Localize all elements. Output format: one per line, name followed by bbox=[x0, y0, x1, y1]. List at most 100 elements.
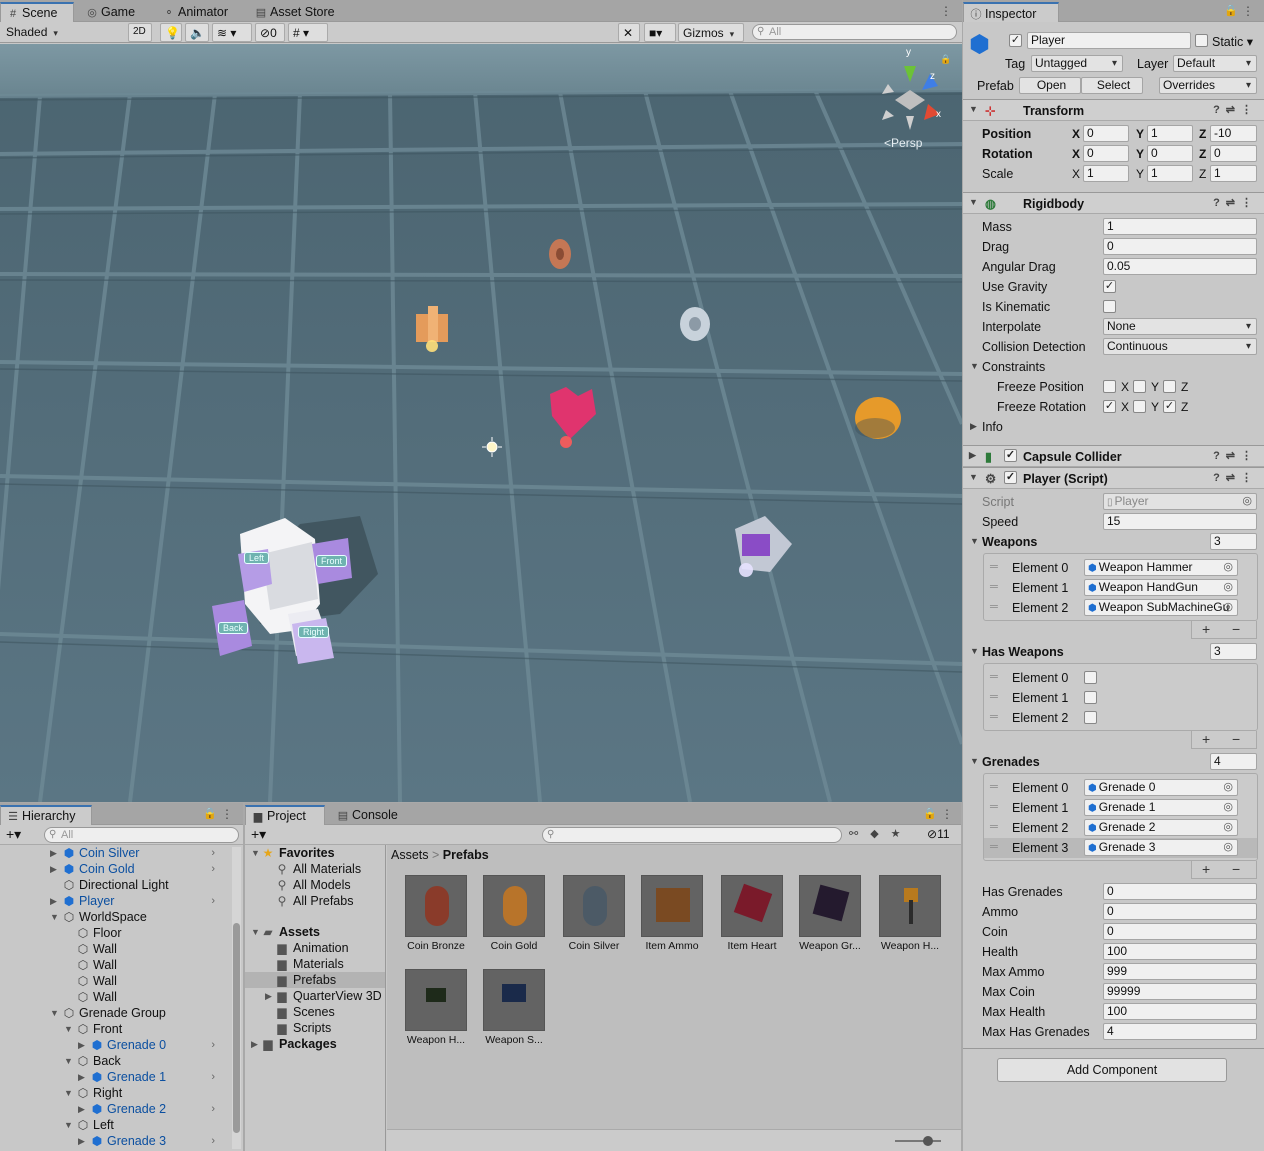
expand-icon[interactable]: ▶ bbox=[251, 1036, 261, 1052]
tree-item-assets[interactable]: ▼ ▰ Assets bbox=[245, 924, 385, 940]
list-item[interactable]: ▶ ⬢ Coin Silver › bbox=[0, 845, 231, 861]
list-item[interactable]: ▶ ⬢ Grenade 3 › bbox=[0, 1133, 231, 1149]
list-item[interactable]: ⬡ Wall bbox=[0, 973, 231, 989]
list-item[interactable]: ▼ ⬡ Left bbox=[0, 1117, 231, 1133]
has-weapons-row[interactable]: ▼ Has Weapons 3 bbox=[963, 643, 1264, 661]
breadcrumb-prefabs[interactable]: Prefabs bbox=[443, 848, 489, 862]
collapse-icon[interactable]: ▼ bbox=[64, 1053, 74, 1069]
list-item[interactable]: ⬡ Directional Light bbox=[0, 877, 231, 893]
add-element-button[interactable]: + bbox=[1202, 621, 1210, 637]
list-item[interactable]: ═ Element 0 ⬢ Weapon Hammer ◎ bbox=[984, 558, 1257, 578]
max-coin-field[interactable]: 99999 bbox=[1103, 983, 1257, 1000]
collapse-icon[interactable]: ▼ bbox=[969, 472, 978, 482]
breadcrumb-assets[interactable]: Assets bbox=[391, 848, 429, 862]
weapons-row[interactable]: ▼ Weapons 3 bbox=[963, 533, 1264, 551]
tree-item-all-materials[interactable]: ⚲ All Materials bbox=[245, 861, 385, 877]
static-dropdown[interactable]: Static ▾ bbox=[1212, 34, 1253, 49]
expand-icon[interactable]: ▶ bbox=[78, 1133, 88, 1149]
grenade-2-field[interactable]: ⬢ Grenade 2 ◎ bbox=[1084, 819, 1238, 836]
tree-item-all-prefabs[interactable]: ⚲ All Prefabs bbox=[245, 893, 385, 909]
filter-icons[interactable]: ⚯◆★ bbox=[849, 827, 913, 840]
weapons-size-field[interactable]: 3 bbox=[1210, 533, 1257, 550]
capsule-collider-header[interactable]: ▶ ▮ ✓ Capsule Collider ?⇌⋮ bbox=[963, 445, 1264, 467]
collapse-icon[interactable]: ▼ bbox=[64, 1117, 74, 1133]
tree-item-materials[interactable]: ▆ Materials bbox=[245, 956, 385, 972]
rigidbody-header[interactable]: ▼ ◍ Rigidbody ?⇌⋮ bbox=[963, 192, 1264, 214]
persp-label[interactable]: <Persp bbox=[884, 136, 922, 150]
freeze-position-y-checkbox[interactable] bbox=[1133, 380, 1146, 393]
project-search-input[interactable]: ⚲ bbox=[542, 827, 842, 843]
drag-handle-icon[interactable]: ═ bbox=[990, 781, 998, 793]
mass-field[interactable]: 1 bbox=[1103, 218, 1257, 235]
max-ammo-field[interactable]: 999 bbox=[1103, 963, 1257, 980]
list-item[interactable]: ▶ ⬢ Grenade 2 › bbox=[0, 1101, 231, 1117]
grenade-0-field[interactable]: ⬢ Grenade 0 ◎ bbox=[1084, 779, 1238, 796]
grid-snap-icon[interactable]: # ▾ bbox=[288, 23, 328, 42]
expand-icon[interactable]: ▶ bbox=[78, 1037, 88, 1053]
list-item[interactable]: ═ Element 3 ⬢ Grenade 3 ◎ bbox=[984, 838, 1257, 858]
list-item[interactable]: ▼ ⬡ Right bbox=[0, 1085, 231, 1101]
asset-item[interactable]: Coin Bronze bbox=[403, 875, 469, 952]
shading-dropdown[interactable]: Shaded bbox=[2, 23, 120, 42]
drag-handle-icon[interactable]: ═ bbox=[990, 801, 998, 813]
tree-item-packages[interactable]: ▶ ▆ Packages bbox=[245, 1036, 385, 1052]
prefab-overrides-dropdown[interactable]: Overrides bbox=[1159, 77, 1257, 94]
chevron-right-icon[interactable]: › bbox=[211, 1101, 215, 1117]
speed-field[interactable]: 15 bbox=[1103, 513, 1257, 530]
target-icon[interactable]: ◎ bbox=[1223, 560, 1233, 575]
collapse-icon[interactable]: ▼ bbox=[50, 1005, 60, 1021]
remove-element-button[interactable]: − bbox=[1232, 731, 1240, 747]
tree-item-all-models[interactable]: ⚲ All Models bbox=[245, 877, 385, 893]
add-component-button[interactable]: Add Component bbox=[997, 1058, 1227, 1082]
asset-item[interactable]: Weapon S... bbox=[481, 969, 547, 1046]
hierarchy-search-input[interactable]: ⚲ All bbox=[44, 827, 239, 843]
hidden-packages-icon[interactable]: ⊘11 bbox=[927, 827, 950, 841]
chevron-right-icon[interactable]: › bbox=[211, 1133, 215, 1149]
target-icon[interactable]: ◎ bbox=[1223, 820, 1233, 835]
lighting-icon[interactable]: 💡 bbox=[160, 23, 182, 42]
rotation-y-field[interactable]: 0 bbox=[1147, 145, 1193, 162]
has-weapon-1-checkbox[interactable] bbox=[1084, 691, 1097, 704]
drag-field[interactable]: 0 bbox=[1103, 238, 1257, 255]
has-weapons-size-field[interactable]: 3 bbox=[1210, 643, 1257, 660]
collapse-icon[interactable]: ▼ bbox=[969, 104, 978, 114]
expand-icon[interactable]: ▶ bbox=[50, 845, 60, 861]
component-tools-icons[interactable]: ?⇌⋮ bbox=[1213, 103, 1258, 116]
prefab-open-button[interactable]: Open bbox=[1019, 77, 1081, 94]
health-field[interactable]: 100 bbox=[1103, 943, 1257, 960]
list-item[interactable]: ▶ ⬢ Player › bbox=[0, 893, 231, 909]
tree-item-quarterview[interactable]: ▶ ▆ QuarterView 3D bbox=[245, 988, 385, 1004]
has-grenades-field[interactable]: 0 bbox=[1103, 883, 1257, 900]
capsule-collider-enabled-checkbox[interactable]: ✓ bbox=[1004, 449, 1017, 462]
player-script-enabled-checkbox[interactable]: ✓ bbox=[1004, 471, 1017, 484]
chevron-right-icon[interactable]: › bbox=[211, 845, 215, 861]
weapon-1-field[interactable]: ⬢ Weapon HandGun ◎ bbox=[1084, 579, 1238, 596]
chevron-right-icon[interactable]: › bbox=[211, 1037, 215, 1053]
object-name-field[interactable]: Player bbox=[1027, 32, 1191, 49]
drag-handle-icon[interactable]: ═ bbox=[990, 671, 998, 683]
scene-search-input[interactable]: ⚲ All bbox=[752, 24, 957, 40]
target-icon[interactable]: ◎ bbox=[1223, 800, 1233, 815]
expand-icon[interactable]: ▶ bbox=[970, 421, 977, 432]
asset-item[interactable]: Coin Silver bbox=[561, 875, 627, 952]
tree-item-scenes[interactable]: ▆ Scenes bbox=[245, 1004, 385, 1020]
asset-item[interactable]: Coin Gold bbox=[481, 875, 547, 952]
expand-icon[interactable]: ▶ bbox=[50, 893, 60, 909]
tree-item-scripts[interactable]: ▆ Scripts bbox=[245, 1020, 385, 1036]
menu-icon[interactable]: ⋮ bbox=[221, 807, 233, 821]
transform-header[interactable]: ▼ ⊹ Transform ?⇌⋮ bbox=[963, 99, 1264, 121]
scrollbar-thumb[interactable] bbox=[233, 923, 240, 1133]
player-script-header[interactable]: ▼ ⚙ ✓ Player (Script) ?⇌⋮ bbox=[963, 467, 1264, 489]
expand-icon[interactable]: ▶ bbox=[969, 450, 976, 461]
mode-2d-button[interactable]: 2D bbox=[128, 23, 152, 42]
freeze-position-z-checkbox[interactable] bbox=[1163, 380, 1176, 393]
tree-item-favorites[interactable]: ▼ ★ Favorites bbox=[245, 845, 385, 861]
list-item[interactable]: ⬡ Wall bbox=[0, 957, 231, 973]
list-item[interactable]: ═ Element 1 ⬢ Grenade 1 ◎ bbox=[984, 798, 1257, 818]
asset-item[interactable]: Weapon Gr... bbox=[797, 875, 863, 952]
lock-icon[interactable]: 🔒 bbox=[940, 54, 951, 65]
interpolate-dropdown[interactable]: None bbox=[1103, 318, 1257, 335]
tag-dropdown[interactable]: Untagged bbox=[1031, 55, 1123, 72]
remove-element-button[interactable]: − bbox=[1232, 621, 1240, 637]
tree-item-prefabs[interactable]: ▆ Prefabs bbox=[245, 972, 385, 988]
